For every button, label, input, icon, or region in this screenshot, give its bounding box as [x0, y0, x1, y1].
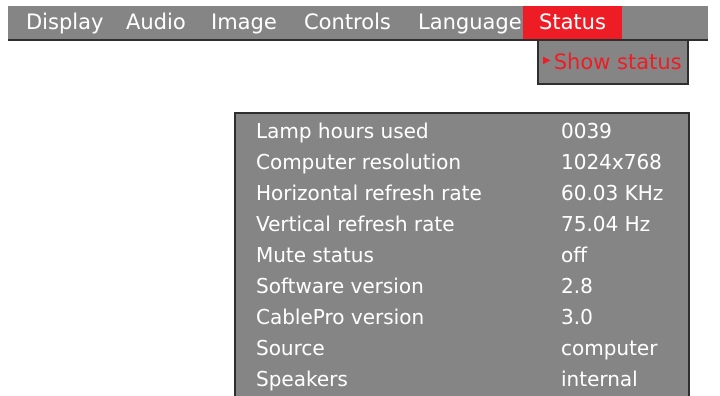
- status-row-horizontal-refresh: Horizontal refresh rate 60.03 KHz: [236, 178, 688, 209]
- status-label: Lamp hours used: [256, 119, 429, 143]
- status-label: Vertical refresh rate: [256, 212, 455, 236]
- status-label: Horizontal refresh rate: [256, 181, 482, 205]
- status-value: computer: [561, 336, 658, 360]
- menu-bar: Display Audio Image Controls Language St…: [8, 6, 708, 41]
- status-row-speakers: Speakers internal: [236, 364, 688, 395]
- status-label: Software version: [256, 274, 424, 298]
- status-row-source: Source computer: [236, 333, 688, 364]
- status-row-lamp-hours: Lamp hours used 0039: [236, 116, 688, 147]
- show-status-menu-item[interactable]: ▶ Show status: [537, 41, 689, 85]
- status-value: off: [561, 243, 588, 267]
- tab-controls[interactable]: Controls: [304, 6, 391, 39]
- status-value: internal: [561, 367, 638, 391]
- show-status-label: Show status: [553, 50, 682, 74]
- status-label: Computer resolution: [256, 150, 462, 174]
- status-label: CablePro version: [256, 305, 425, 329]
- tab-display[interactable]: Display: [26, 6, 103, 39]
- status-value: 0039: [561, 119, 612, 143]
- tab-language[interactable]: Language: [418, 6, 522, 39]
- status-value: 2.8: [561, 274, 593, 298]
- right-triangle-icon: ▶: [543, 55, 551, 66]
- status-row-vertical-refresh: Vertical refresh rate 75.04 Hz: [236, 209, 688, 240]
- status-label: Mute status: [256, 243, 374, 267]
- tab-audio[interactable]: Audio: [126, 6, 186, 39]
- status-row-cablepro-version: CablePro version 3.0: [236, 302, 688, 333]
- status-value: 1024x768: [561, 150, 662, 174]
- status-label: Source: [256, 336, 325, 360]
- status-row-computer-resolution: Computer resolution 1024x768: [236, 147, 688, 178]
- show-status-entry: ▶ Show status: [543, 41, 682, 83]
- tab-status[interactable]: Status: [523, 6, 622, 39]
- status-label: Speakers: [256, 367, 348, 391]
- status-panel: Lamp hours used 0039 Computer resolution…: [234, 112, 690, 396]
- status-value: 60.03 KHz: [561, 181, 664, 205]
- status-value: 75.04 Hz: [561, 212, 651, 236]
- status-row-software-version: Software version 2.8: [236, 271, 688, 302]
- tab-image[interactable]: Image: [211, 6, 277, 39]
- status-row-mute-status: Mute status off: [236, 240, 688, 271]
- status-value: 3.0: [561, 305, 593, 329]
